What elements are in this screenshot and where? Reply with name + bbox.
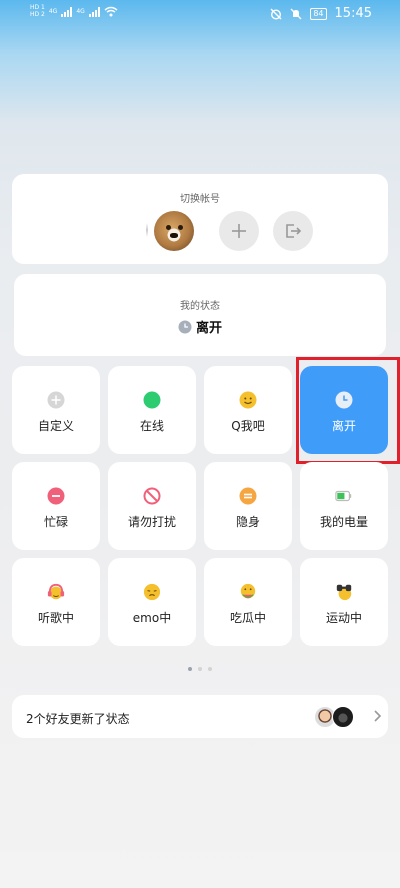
page-indicator	[0, 667, 400, 671]
status-tile-emo[interactable]: emo中	[108, 558, 196, 646]
signal1-icon	[61, 6, 73, 17]
current-status-label: 离开	[195, 321, 222, 336]
network2-label: 4G	[76, 7, 85, 15]
online-dot-icon	[143, 391, 161, 409]
my-status-card[interactable]: 我的状态 离开	[14, 274, 386, 356]
status-tile-invisible[interactable]: 隐身	[204, 462, 292, 550]
account-row	[12, 211, 388, 251]
status-tile-label: 自定义	[37, 419, 74, 433]
signal2-icon	[88, 6, 100, 17]
status-tile-label: emo中	[132, 611, 172, 625]
account-switch-title: 切换帐号	[180, 194, 220, 205]
page-dot-active	[188, 667, 192, 671]
status-tile-label: 吃瓜中	[229, 611, 266, 625]
current-status: 离开	[14, 317, 386, 336]
status-tile-do-not-disturb[interactable]: 请勿打扰	[108, 462, 196, 550]
plus-circle-icon	[47, 391, 65, 409]
logout-button[interactable]	[273, 211, 313, 251]
status-tile-label: 忙碌	[43, 515, 68, 529]
friends-update-text: 2个好友更新了状态	[26, 712, 130, 726]
status-tile-label: Q我吧	[231, 419, 265, 433]
scroll-fade	[146, 223, 148, 237]
chevron-right-icon	[374, 710, 382, 722]
status-tile-label: 在线	[139, 419, 164, 433]
status-tile-q-me[interactable]: Q我吧	[204, 366, 292, 454]
page-dot	[208, 667, 212, 671]
status-tile-label: 听歌中	[37, 611, 74, 625]
page-dot	[198, 667, 202, 671]
status-tile-label: 隐身	[235, 515, 260, 529]
status-bar-right: 84 15:45	[270, 6, 372, 21]
status-tile-exercising[interactable]: 运动中	[300, 558, 388, 646]
sad-emoji-icon	[143, 583, 161, 601]
status-tile-listening[interactable]: 听歌中	[12, 558, 100, 646]
do-not-disturb-icon	[143, 487, 161, 505]
friend-avatar	[332, 706, 354, 728]
headphones-emoji-icon	[47, 583, 65, 601]
account-avatar[interactable]	[154, 211, 194, 251]
status-tile-custom[interactable]: 自定义	[12, 366, 100, 454]
wifi-icon	[104, 6, 118, 17]
status-tile-label: 运动中	[325, 611, 362, 625]
friends-status-update[interactable]: 2个好友更新了状态	[12, 695, 388, 738]
status-tile-label: 我的电量	[319, 515, 368, 529]
smile-icon	[239, 391, 257, 409]
busy-icon	[47, 487, 65, 505]
eating-melon-emoji-icon	[239, 583, 257, 601]
sim2-label: HD 2	[30, 11, 45, 18]
clock: 15:45	[334, 6, 372, 21]
my-status-title: 我的状态	[180, 301, 220, 312]
battery-indicator: 84	[310, 7, 327, 20]
plus-icon	[232, 224, 246, 238]
status-bar: HD 1 HD 2 4G 4G 84 15:45	[0, 0, 400, 30]
status-tile-label: 请勿打扰	[127, 515, 176, 529]
battery-icon	[335, 487, 353, 505]
status-tile-my-battery[interactable]: 我的电量	[300, 462, 388, 550]
exit-icon	[286, 224, 302, 238]
mute-icon	[290, 8, 302, 19]
add-account-button[interactable]	[219, 211, 259, 251]
account-switch-card: 切换帐号	[12, 174, 388, 264]
status-bar-left: HD 1 HD 2 4G 4G	[30, 5, 118, 18]
clock-icon	[178, 320, 192, 333]
sports-emoji-icon	[335, 583, 353, 601]
status-tile-online[interactable]: 在线	[108, 366, 196, 454]
network1-label: 4G	[48, 7, 58, 15]
alarm-off-icon	[270, 8, 282, 20]
selection-highlight	[296, 357, 400, 464]
status-tile-eating-melon[interactable]: 吃瓜中	[204, 558, 292, 646]
invisible-icon	[239, 487, 257, 505]
status-tile-busy[interactable]: 忙碌	[12, 462, 100, 550]
